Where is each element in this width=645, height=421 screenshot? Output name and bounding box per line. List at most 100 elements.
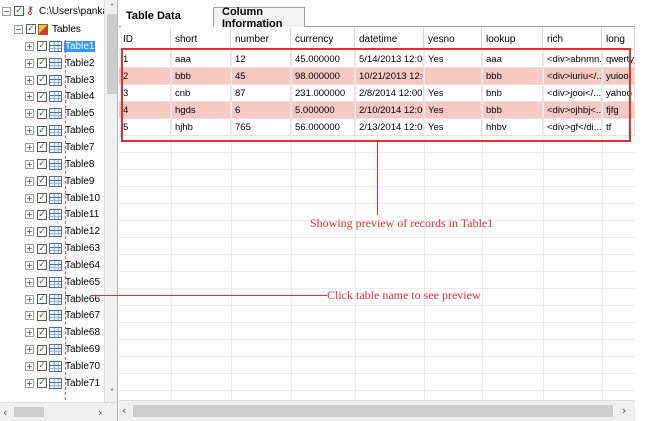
tree-item-table64[interactable]: + ✓ Table64 <box>25 257 107 274</box>
checkbox-icon[interactable]: ✓ <box>37 327 47 338</box>
tree-item-label[interactable]: Table10 <box>64 193 101 204</box>
tree-item-label[interactable]: Table70 <box>64 361 101 372</box>
tree-item-table8[interactable]: + ✓ Table8 <box>25 156 107 173</box>
tree-item-table71[interactable]: + ✓ Table71 <box>25 375 107 392</box>
tree-item-table63[interactable]: + ✓ Table63 <box>25 240 107 257</box>
tree-vertical-scrollbar[interactable]: ˄ ˅ <box>104 0 117 402</box>
scroll-down-icon[interactable]: ˅ <box>107 388 117 398</box>
tree-item-table9[interactable]: + ✓ Table9 <box>25 173 107 190</box>
tree-item-label[interactable]: Table67 <box>64 310 101 321</box>
tree-item-table4[interactable]: + ✓ Table4 <box>25 89 107 106</box>
checkbox-icon[interactable]: ✓ <box>37 58 47 69</box>
tree-item-label[interactable]: Table65 <box>64 277 101 288</box>
scroll-left-icon[interactable]: ‹ <box>3 406 7 419</box>
tree-item-label[interactable]: Table8 <box>64 159 95 170</box>
tree-item-label[interactable]: Table9 <box>64 176 95 187</box>
scroll-thumb[interactable] <box>133 405 613 417</box>
checkbox-icon[interactable]: ✓ <box>37 142 47 153</box>
expand-icon[interactable]: + <box>25 244 34 254</box>
expand-icon[interactable]: + <box>25 58 34 68</box>
checkbox-icon[interactable]: ✓ <box>37 209 47 220</box>
checkbox-icon[interactable]: ✓ <box>37 41 47 52</box>
tree-item-label[interactable]: Table4 <box>64 91 95 102</box>
tree-item-label[interactable]: Table12 <box>64 226 101 237</box>
tab-table-data[interactable]: Table Data <box>121 5 213 27</box>
column-header-short[interactable]: short <box>171 28 231 50</box>
column-header-id[interactable]: ID <box>119 28 171 50</box>
checkbox-icon[interactable]: ✓ <box>37 310 47 321</box>
tree-item-label[interactable]: Table63 <box>64 243 101 254</box>
column-header-rich[interactable]: rich <box>543 28 602 50</box>
tab-column-information[interactable]: Column Information <box>213 6 305 30</box>
scroll-thumb[interactable] <box>14 407 44 417</box>
checkbox-icon[interactable]: ✓ <box>37 378 47 389</box>
column-header-currency[interactable]: currency <box>291 28 355 50</box>
checkbox-icon[interactable]: ✓ <box>37 176 47 187</box>
checkbox-icon[interactable]: ✓ <box>26 24 36 34</box>
checkbox-icon[interactable]: ✓ <box>37 159 47 170</box>
column-header-yesno[interactable]: yesno <box>424 28 482 50</box>
scroll-left-icon[interactable]: ‹ <box>122 404 126 417</box>
checkbox-icon[interactable]: ✓ <box>37 344 47 355</box>
tree-item-label[interactable]: Table6 <box>64 125 95 136</box>
tree-item-label[interactable]: Table3 <box>64 75 95 86</box>
expand-icon[interactable]: + <box>25 142 34 152</box>
tree-tables-node[interactable]: − ✓ Tables <box>14 22 82 36</box>
tree-item-label[interactable]: Table71 <box>64 378 101 389</box>
tree-item-label[interactable]: Table11 <box>64 209 100 220</box>
tree-item-table1[interactable]: + ✓ Table1 <box>25 38 107 55</box>
checkbox-icon[interactable]: ✓ <box>37 361 47 372</box>
checkbox-icon[interactable]: ✓ <box>37 277 47 288</box>
expand-icon[interactable]: + <box>25 193 34 203</box>
checkbox-icon[interactable]: ✓ <box>37 193 47 204</box>
expand-icon[interactable]: + <box>25 294 34 304</box>
expand-icon[interactable]: + <box>25 109 34 119</box>
checkbox-icon[interactable]: ✓ <box>37 75 47 86</box>
checkbox-icon[interactable]: ✓ <box>37 125 47 136</box>
expand-icon[interactable]: + <box>25 345 34 355</box>
tree-item-table6[interactable]: + ✓ Table6 <box>25 122 107 139</box>
expand-icon[interactable]: + <box>25 176 34 186</box>
column-header-datetime[interactable]: datetime <box>355 28 424 50</box>
expand-icon[interactable]: + <box>25 361 34 371</box>
tree-item-table7[interactable]: + ✓ Table7 <box>25 139 107 156</box>
tree-root-node[interactable]: − ✓ ⚷ C:\Users\pankaj\Desl <box>2 4 117 18</box>
tree-item-table3[interactable]: + ✓ Table3 <box>25 72 107 89</box>
tree-horizontal-scrollbar[interactable]: ‹ › <box>0 402 117 421</box>
checkbox-icon[interactable]: ✓ <box>37 294 47 305</box>
tree-item-table2[interactable]: + ✓ Table2 <box>25 55 107 72</box>
checkbox-icon[interactable]: ✓ <box>37 226 47 237</box>
tree-item-label[interactable]: Table64 <box>64 260 101 271</box>
tree-item-table67[interactable]: + ✓ Table67 <box>25 308 107 325</box>
expand-icon[interactable]: + <box>25 210 34 220</box>
tree-item-table11[interactable]: + ✓ Table11 <box>25 206 107 223</box>
tree-item-label[interactable]: Table68 <box>64 327 101 338</box>
checkbox-icon[interactable]: ✓ <box>37 108 47 119</box>
checkbox-icon[interactable]: ✓ <box>37 260 47 271</box>
scroll-up-icon[interactable]: ˄ <box>107 3 117 13</box>
tree-item-table10[interactable]: + ✓ Table10 <box>25 190 107 207</box>
column-header-lookup[interactable]: lookup <box>482 28 543 50</box>
checkbox-icon[interactable]: ✓ <box>37 91 47 102</box>
tree-item-table66[interactable]: + ✓ Table66 <box>25 291 107 308</box>
tree-item-label[interactable]: Table7 <box>64 142 95 153</box>
collapse-icon[interactable]: − <box>14 24 23 34</box>
scroll-right-icon[interactable]: › <box>622 404 626 417</box>
tree-item-table68[interactable]: + ✓ Table68 <box>25 324 107 341</box>
expand-icon[interactable]: + <box>25 277 34 287</box>
expand-icon[interactable]: + <box>25 92 34 102</box>
checkbox-icon[interactable]: ✓ <box>14 6 24 16</box>
tree-item-label[interactable]: Table2 <box>64 58 95 69</box>
tree-item-table69[interactable]: + ✓ Table69 <box>25 341 107 358</box>
checkbox-icon[interactable]: ✓ <box>37 243 47 254</box>
column-header-long[interactable]: long <box>602 28 635 50</box>
tree-item-label[interactable]: Table69 <box>64 344 101 355</box>
expand-icon[interactable]: + <box>25 328 34 338</box>
expand-icon[interactable]: + <box>25 311 34 321</box>
expand-icon[interactable]: + <box>25 159 34 169</box>
scroll-thumb[interactable] <box>107 14 117 94</box>
expand-icon[interactable]: + <box>25 126 34 136</box>
grid-horizontal-scrollbar[interactable]: ‹ › <box>119 400 635 421</box>
tree-item-table70[interactable]: + ✓ Table70 <box>25 358 107 375</box>
tree-item-label[interactable]: Table5 <box>64 108 95 119</box>
